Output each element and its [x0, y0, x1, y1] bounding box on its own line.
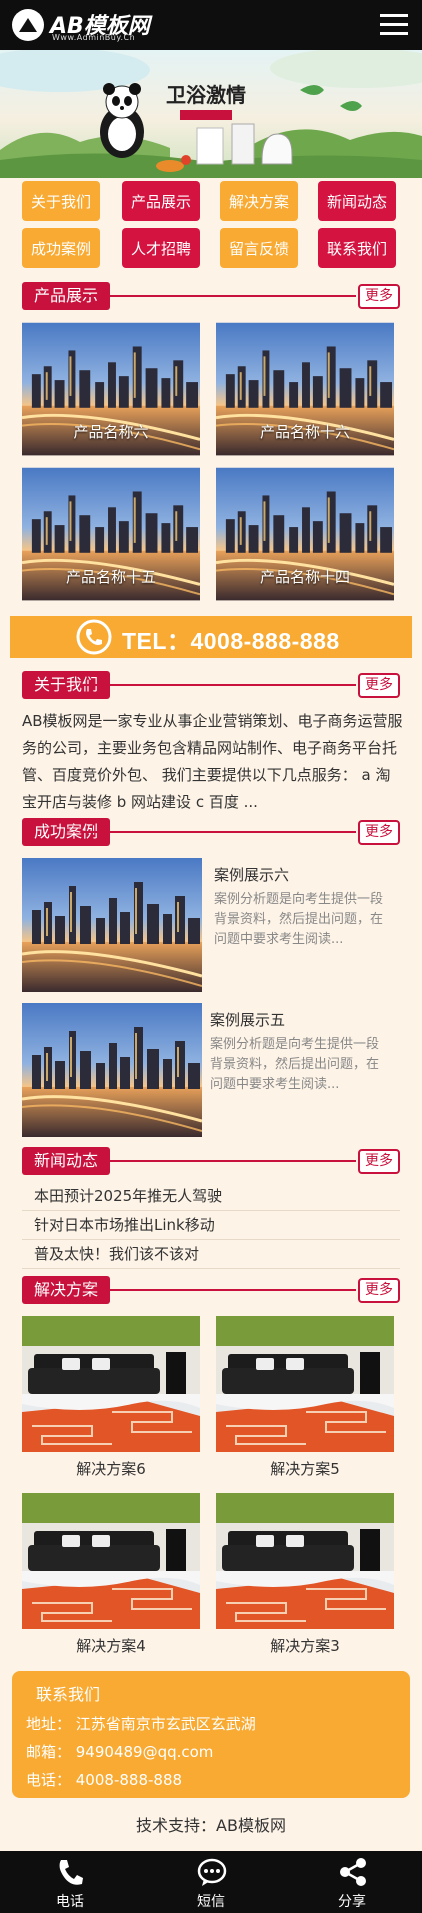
- more-button[interactable]: 更多: [358, 1149, 400, 1174]
- nav-grid: 关于我们 产品展示 解决方案 新闻动态 成功案例 人才招聘 留言反馈 联系我们: [22, 181, 400, 269]
- phone-icon: [76, 619, 112, 655]
- solution-name: 解决方案3: [270, 1637, 340, 1655]
- contact-phone[interactable]: 电话： 4008-888-888: [26, 1769, 182, 1790]
- case-title: 案例展示六: [214, 866, 290, 884]
- footer-label: 短信: [197, 1894, 225, 1910]
- contact-address: 地址： 江苏省南京市玄武区玄武湖: [26, 1715, 256, 1733]
- more-button[interactable]: 更多: [358, 820, 400, 845]
- case-description: 案例分析题是向考生提供一段背景资料，然后提出问题，在问题中要求考生阅读...: [214, 892, 384, 947]
- case-item[interactable]: 案例展示五 案例分析题是向考生提供一段背景资料，然后提出问题，在问题中要求考生阅…: [22, 1003, 400, 1137]
- footer-share-button[interactable]: 分享: [282, 1851, 422, 1913]
- product-name: 产品名称十五: [65, 568, 156, 586]
- case-title: 案例展示五: [210, 1011, 286, 1029]
- product-card[interactable]: 产品名称十五: [22, 467, 200, 601]
- case-description: 案例分析题是向考生提供一段背景资料，然后提出问题，在问题中要求考生阅读...: [210, 1037, 380, 1092]
- product-card[interactable]: 产品名称十四: [216, 467, 394, 601]
- nav-cases[interactable]: 成功案例: [22, 228, 100, 268]
- phone-icon: [59, 1860, 83, 1885]
- divider: [82, 1160, 356, 1162]
- product-card[interactable]: 产品名称十六: [216, 322, 394, 456]
- footer-sms-button[interactable]: 短信: [141, 1851, 281, 1913]
- banner[interactable]: 卫浴激情: [0, 50, 422, 178]
- solutions-section-title: 解决方案 更多: [22, 1276, 400, 1304]
- banner-illustration: 卫浴激情: [0, 50, 422, 178]
- logo-icon[interactable]: [12, 9, 44, 41]
- solution-name: 解决方案4: [76, 1637, 146, 1655]
- product-name: 产品名称六: [73, 423, 149, 441]
- divider: [82, 831, 356, 833]
- nav-feedback[interactable]: 留言反馈: [220, 228, 298, 268]
- nav-about[interactable]: 关于我们: [22, 181, 100, 221]
- tel-banner[interactable]: TEL：4008-888-888: [10, 616, 412, 658]
- contact-title: 联系我们: [36, 1685, 101, 1704]
- cases-section-title: 成功案例 更多: [22, 818, 400, 846]
- news-item[interactable]: 针对日本市场推出Link移动: [22, 1211, 400, 1240]
- solution-image: [22, 1316, 200, 1452]
- panda-icon: [100, 83, 144, 158]
- nav-jobs[interactable]: 人才招聘: [122, 228, 200, 268]
- case-image: [22, 1003, 202, 1137]
- solution-name: 解决方案6: [76, 1460, 146, 1478]
- contact-box: 联系我们 地址： 江苏省南京市玄武区玄武湖 邮箱： 9490489@qq.com…: [12, 1671, 410, 1798]
- news-item[interactable]: 本田预计2025年推无人驾驶: [22, 1182, 400, 1211]
- top-bar: AB模板网 Www.AdminBuy.Cn: [0, 0, 422, 50]
- divider: [82, 684, 356, 686]
- tech-support[interactable]: 技术支持：AB模板网: [0, 1812, 422, 1836]
- logo-subtitle: Www.AdminBuy.Cn: [52, 33, 136, 42]
- solution-image: [216, 1316, 394, 1452]
- divider: [82, 1289, 356, 1291]
- contact-email[interactable]: 邮箱： 9490489@qq.com: [26, 1741, 213, 1762]
- products-section-title: 产品展示 更多: [22, 282, 400, 310]
- solution-image: [216, 1493, 394, 1629]
- solution-image: [22, 1493, 200, 1629]
- more-button[interactable]: 更多: [358, 1278, 400, 1303]
- news-section-title: 新闻动态 更多: [22, 1147, 400, 1175]
- solution-name: 解决方案5: [270, 1460, 340, 1478]
- sms-icon: [197, 1858, 227, 1886]
- menu-icon[interactable]: [380, 14, 408, 36]
- more-button[interactable]: 更多: [358, 673, 400, 698]
- tel-number: TEL：4008-888-888: [122, 628, 340, 654]
- about-text: AB模板网是一家专业从事企业营销策划、电子商务运营服务的公司，主要业务包含精品网…: [22, 712, 403, 811]
- footer-phone-button[interactable]: 电话: [0, 1851, 140, 1913]
- nav-products[interactable]: 产品展示: [122, 181, 200, 221]
- footer-label: 分享: [338, 1894, 366, 1910]
- case-image: [22, 858, 202, 992]
- news-item[interactable]: 普及太快！我们该不该对: [22, 1240, 400, 1269]
- more-button[interactable]: 更多: [358, 284, 400, 309]
- case-item[interactable]: 案例展示六 案例分析题是向考生提供一段背景资料，然后提出问题，在问题中要求考生阅…: [22, 858, 400, 992]
- nav-solutions[interactable]: 解决方案: [220, 181, 298, 221]
- share-icon: [340, 1858, 366, 1886]
- product-name: 产品名称十四: [259, 568, 350, 586]
- product-card[interactable]: 产品名称六: [22, 322, 200, 456]
- divider: [82, 295, 356, 297]
- about-section-title: 关于我们 更多: [22, 671, 400, 699]
- product-name: 产品名称十六: [259, 423, 350, 441]
- nav-news[interactable]: 新闻动态: [318, 181, 396, 221]
- bottom-nav: 电话 短信 分享: [0, 1851, 422, 1913]
- footer-label: 电话: [56, 1894, 84, 1910]
- nav-contact[interactable]: 联系我们: [318, 228, 396, 268]
- banner-calligraphy: 卫浴激情: [166, 83, 246, 107]
